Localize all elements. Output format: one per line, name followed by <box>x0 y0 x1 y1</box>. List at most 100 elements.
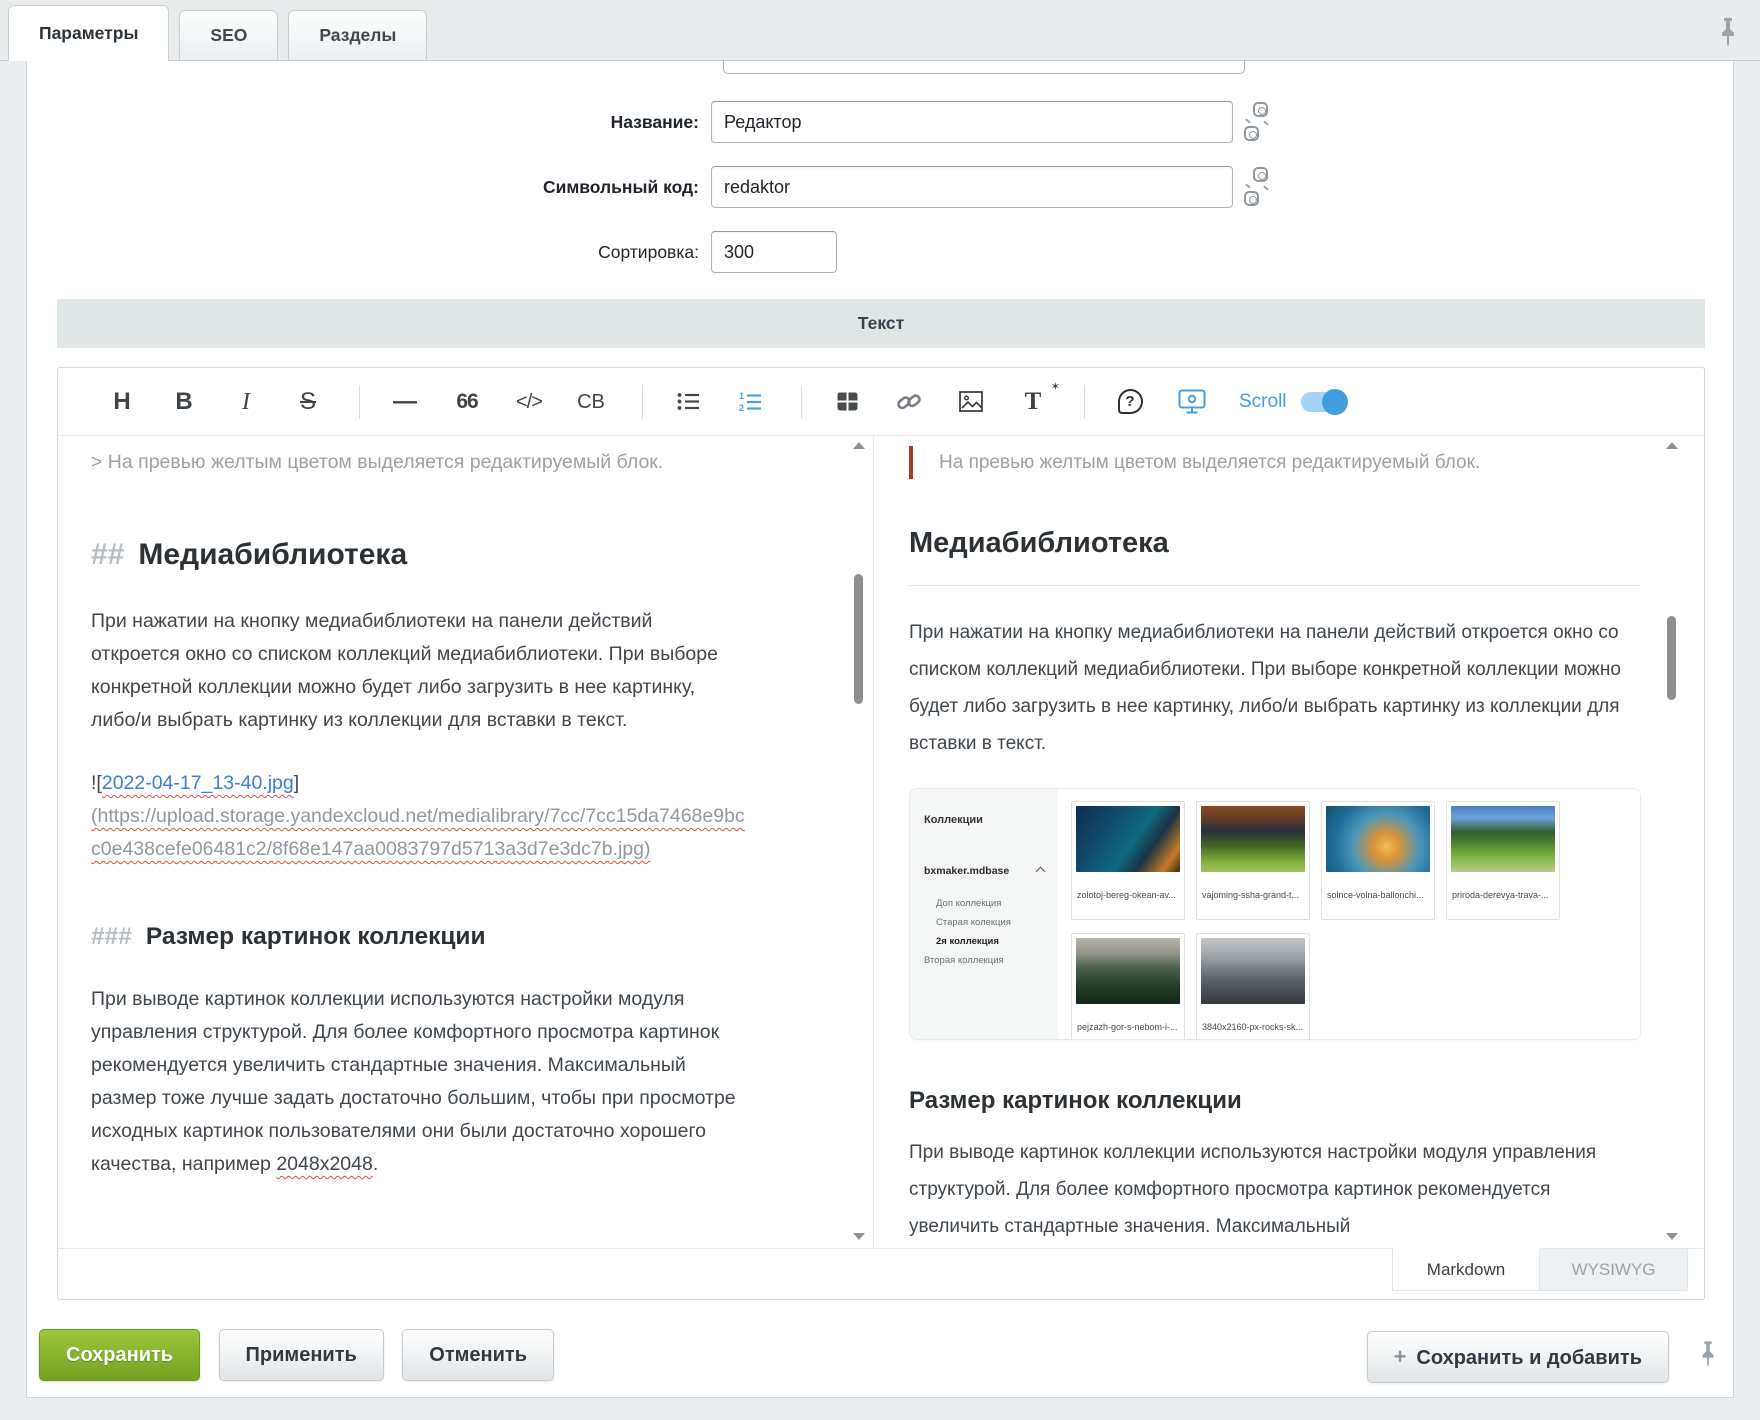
preview-pane[interactable]: На превью желтым цветом выделяется редак… <box>874 436 1704 1248</box>
horizontal-rule-button[interactable]: — <box>388 390 422 414</box>
code-block-button[interactable]: CB <box>574 392 608 412</box>
translit-icon[interactable] <box>1244 126 1259 141</box>
link-button[interactable] <box>892 390 926 414</box>
top-tab-strip: Параметры SEO Разделы <box>0 0 1760 61</box>
preview-paragraph: При нажатии на кнопку медиабиблиотеки на… <box>909 614 1634 762</box>
pin-form-icon[interactable] <box>1718 16 1738 48</box>
md-paragraph: При нажатии на кнопку медиабиблиотеки на… <box>91 605 746 737</box>
tab-sections[interactable]: Разделы <box>288 10 427 60</box>
media-collection-item: Вторая коллекция <box>924 955 1048 966</box>
preview-screen-button[interactable] <box>1175 389 1209 415</box>
sort-input[interactable] <box>711 231 837 273</box>
media-sidebar-title: Коллекции <box>924 802 1048 839</box>
thumbnail-caption: priroda-derevya-trava-... <box>1451 872 1555 917</box>
scroll-down-arrow-icon[interactable] <box>1666 1233 1678 1240</box>
thumbnail-caption: vajoming-ssha-grand-t... <box>1201 872 1305 917</box>
spark-decoration <box>1263 185 1269 190</box>
thumbnail-image <box>1451 806 1555 872</box>
bullet-list-button[interactable] <box>671 392 705 411</box>
sort-field-label: Сортировка: <box>27 231 711 273</box>
image-button[interactable] <box>954 391 988 412</box>
editor-mode-tabs: Markdown WYSIWYG <box>1392 1248 1688 1291</box>
help-button[interactable]: ? <box>1113 389 1147 414</box>
editor-panes: > На превью желтым цветом выделяется ред… <box>58 436 1704 1248</box>
preview-h2: Медиабиблиотека <box>909 525 1641 586</box>
media-collection-item: Доп коллекция <box>936 898 1048 909</box>
question-icon: ? <box>1118 389 1143 414</box>
media-thumbnail-card: zolotoj-bereg-okean-av... <box>1071 801 1185 920</box>
media-thumbnail-grid: zolotoj-bereg-okean-av... vajoming-ssha-… <box>1058 789 1640 1039</box>
star-icon: ✶ <box>1051 382 1060 393</box>
cancel-button[interactable]: Отменить <box>402 1329 554 1381</box>
svg-text:1: 1 <box>739 392 744 401</box>
inline-code-button[interactable]: </> <box>512 392 546 412</box>
name-input[interactable] <box>711 101 1233 143</box>
save-and-add-button[interactable]: +Сохранить и добавить <box>1367 1331 1669 1383</box>
scroll-sync-toggle[interactable] <box>1301 392 1345 412</box>
thumbnail-image <box>1076 806 1180 872</box>
markdown-source-pane[interactable]: > На превью желтым цветом выделяется ред… <box>58 436 874 1248</box>
translit-icons[interactable] <box>1241 166 1281 212</box>
scroll-up-arrow-icon[interactable] <box>853 442 865 449</box>
md-h2: ##Медиабиблиотека <box>91 535 746 575</box>
toggle-knob <box>1322 389 1348 415</box>
scrollbar-thumb[interactable] <box>854 574 863 704</box>
md-paragraph: При выводе картинок коллекции используют… <box>91 983 746 1181</box>
thumbnail-caption: zolotoj-bereg-okean-av... <box>1076 872 1180 917</box>
editor-toolbar: H B I S — 66 </> CB <box>58 368 1704 436</box>
mode-tab-markdown[interactable]: Markdown <box>1392 1248 1540 1291</box>
media-thumbnail-card: 3840x2160-px-rocks-sk... <box>1196 933 1310 1040</box>
preview-paragraph: При выводе картинок коллекции используют… <box>909 1134 1634 1245</box>
scroll-up-arrow-icon[interactable] <box>1666 442 1678 449</box>
media-thumbnail-card: solnce-volna-ballonchi... <box>1321 801 1435 920</box>
code-input[interactable] <box>711 166 1233 208</box>
typograf-button[interactable]: T✶ <box>1016 389 1050 414</box>
toolbar-separator <box>359 385 360 419</box>
scroll-sync-label: Scroll <box>1239 391 1287 413</box>
media-collection-item-active: 2я коллекция <box>936 936 1048 947</box>
media-tree-root: bxmaker.mdbase <box>924 853 1048 890</box>
heading-button[interactable]: H <box>105 390 139 414</box>
md-quote-line: > На превью желтым цветом выделяется ред… <box>91 446 746 479</box>
numbered-list-button[interactable]: 1 2 <box>733 392 767 412</box>
left-pane-scrollbar[interactable] <box>850 440 868 1242</box>
spark-decoration <box>1245 183 1251 188</box>
translit-icon[interactable] <box>1253 102 1268 117</box>
md-image-url: (https://upload.storage.yandexcloud.net/… <box>91 805 745 860</box>
thumbnail-caption: 3840x2160-px-rocks-sk... <box>1201 1004 1305 1040</box>
tab-parameters[interactable]: Параметры <box>8 5 169 61</box>
bold-button[interactable]: B <box>167 390 201 414</box>
thumbnail-image <box>1201 938 1305 1004</box>
media-library-screenshot: Коллекции bxmaker.mdbase Доп коллекция С… <box>909 788 1641 1040</box>
save-button[interactable]: Сохранить <box>39 1329 200 1381</box>
collapse-chevron-icon <box>1036 867 1046 877</box>
md-image-markdown: ![2022-04-17_13-40.jpg] (https://upload.… <box>91 767 746 866</box>
md-h3: ###Размер картинок коллекции <box>91 920 746 953</box>
thumbnail-image <box>1201 806 1305 872</box>
spark-decoration <box>1263 120 1269 125</box>
markdown-editor: H B I S — 66 </> CB <box>57 367 1705 1300</box>
name-field-label: Название: <box>27 101 711 143</box>
italic-button[interactable]: I <box>229 390 263 414</box>
mode-tab-wysiwyg[interactable]: WYSIWYG <box>1540 1248 1688 1291</box>
table-button[interactable] <box>830 392 864 411</box>
right-pane-scrollbar[interactable] <box>1663 440 1681 1242</box>
translit-icon[interactable] <box>1244 191 1259 206</box>
thumbnail-caption: solnce-volna-ballonchi... <box>1326 872 1430 917</box>
preview-blockquote: На превью желтым цветом выделяется редак… <box>909 446 1634 479</box>
translit-icon[interactable] <box>1253 167 1268 182</box>
translit-icons[interactable] <box>1241 101 1281 147</box>
text-section-header: Текст <box>57 299 1705 348</box>
svg-text:2: 2 <box>739 403 744 412</box>
tab-seo[interactable]: SEO <box>179 10 278 60</box>
thumbnail-image <box>1076 938 1180 1004</box>
blockquote-button[interactable]: 66 <box>450 391 484 412</box>
pin-footer-icon[interactable] <box>1699 1339 1717 1369</box>
form-panel: Название: Символьный код: Сортировка: Те… <box>26 61 1734 1398</box>
scroll-down-arrow-icon[interactable] <box>853 1233 865 1240</box>
strikethrough-button[interactable]: S <box>291 390 325 414</box>
scrollbar-thumb[interactable] <box>1667 616 1676 700</box>
editor-bottom-bar: Markdown WYSIWYG <box>58 1248 1704 1299</box>
clipped-input-above[interactable] <box>723 61 1245 74</box>
apply-button[interactable]: Применить <box>219 1329 384 1381</box>
